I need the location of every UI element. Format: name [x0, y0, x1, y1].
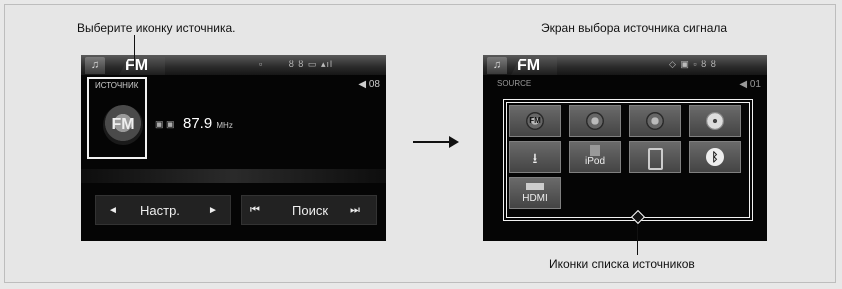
source-bluetooth-button[interactable]: ᛒ — [689, 141, 741, 173]
source-ipod-button[interactable]: iPod — [569, 141, 621, 173]
left-audio-screen: ♫ FM ▫ ȣ ȣ ▭ ▴ıl ИСТОЧНИК ◀ 08 FM ▣ ▣ 87… — [81, 55, 386, 241]
fm-icon: FM — [526, 112, 544, 130]
mw-icon — [646, 112, 664, 130]
status-icons: ▫ ȣ ȣ ▭ ▴ıl — [259, 59, 333, 70]
seek-control-bar[interactable]: ⏮ Поиск ⏭ — [241, 195, 377, 225]
right-arrow-icon — [413, 135, 459, 149]
source-hdmi-button[interactable]: HDMI — [509, 177, 561, 209]
tune-control-bar[interactable]: ◄ Настр. ► — [95, 195, 231, 225]
source-disc-button[interactable] — [689, 105, 741, 137]
signal-icon: ▴ıl — [320, 59, 333, 69]
source-mw-button[interactable] — [629, 105, 681, 137]
volume-indicator: ◀ 08 — [358, 79, 380, 90]
tune-up-button[interactable]: ► — [208, 205, 218, 216]
bluetooth-icon: ᛒ — [706, 148, 724, 166]
source-am-button[interactable] — [569, 105, 621, 137]
source-select-screen: ♫ FM ◇ ▣ ▫ ȣ ȣ SOURCE ◀ 01 FM ⭳ iPod ᛒ H… — [483, 55, 767, 241]
hdmi-icon — [526, 183, 544, 190]
battery-icon: ▭ — [307, 59, 318, 69]
usb-icon: ⭳ — [532, 150, 538, 166]
source-phone-button[interactable] — [629, 141, 681, 173]
phone-icon — [647, 148, 663, 170]
source-fm-button[interactable]: FM — [509, 105, 561, 137]
bluetooth-status-icon: ȣ ȣ — [288, 59, 305, 69]
signal-scale — [81, 169, 386, 183]
source-usb-button[interactable]: ⭳ — [509, 141, 561, 173]
tune-label: Настр. — [140, 203, 180, 218]
tune-down-button[interactable]: ◄ — [108, 205, 118, 216]
hdmi-label: HDMI — [522, 193, 548, 204]
am-icon — [586, 112, 604, 130]
frequency-value: 87.9 — [183, 115, 213, 132]
notification-icon: ▫ — [259, 59, 264, 69]
seek-label: Поиск — [292, 203, 329, 218]
ipod-icon — [590, 145, 600, 156]
music-note-icon[interactable]: ♫ — [487, 57, 507, 74]
disc-icon — [706, 112, 724, 130]
caption-source-list-icons: Иконки списка источников — [549, 257, 695, 271]
seek-back-button[interactable]: ⏮ — [250, 204, 260, 217]
left-pointer-line — [134, 35, 135, 67]
source-label: SOURCE — [497, 79, 532, 88]
rds-icons: ▣ ▣ — [155, 119, 175, 129]
volume-indicator: ◀ 01 — [739, 79, 761, 90]
page-frame: Выберите иконку источника. Экран выбора … — [4, 4, 836, 283]
music-note-icon[interactable]: ♫ — [85, 57, 105, 74]
source-icon-highlight — [87, 77, 147, 159]
ipod-label: iPod — [584, 156, 605, 167]
status-icons: ◇ ▣ ▫ ȣ ȣ — [669, 59, 717, 69]
caption-select-source-icon: Выберите иконку источника. — [77, 21, 236, 35]
frequency-unit: MHz — [216, 121, 233, 130]
caption-source-select-screen: Экран выбора источника сигнала — [541, 21, 728, 35]
frequency-display: 87.9 MHz — [183, 115, 233, 132]
seek-forward-button[interactable]: ⏭ — [350, 204, 360, 217]
